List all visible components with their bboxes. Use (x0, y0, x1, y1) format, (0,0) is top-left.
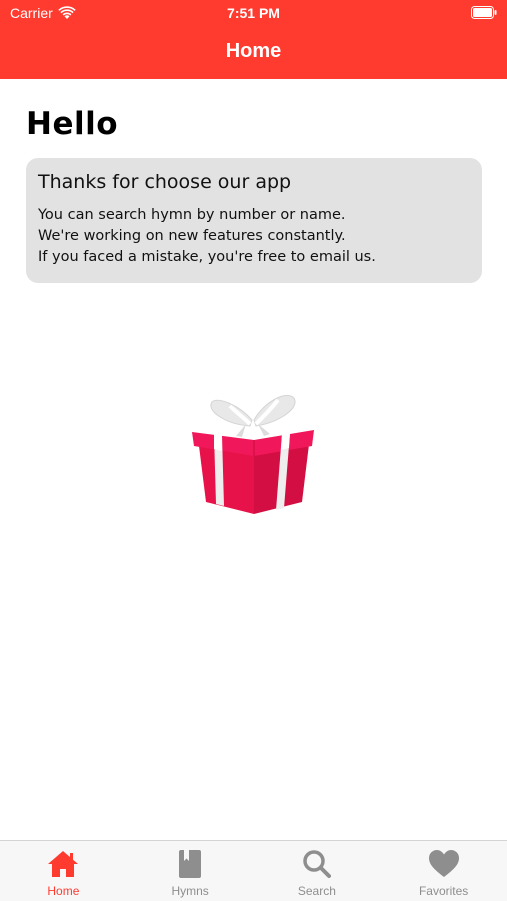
search-icon (303, 850, 331, 878)
status-time: 7:51 PM (227, 5, 280, 21)
welcome-card-line: You can search hymn by number or name. (38, 207, 346, 223)
tab-label: Favorites (418, 884, 469, 898)
battery-icon (471, 6, 497, 19)
tab-label: Home (47, 884, 80, 898)
welcome-card-line: We're working on new features constantly… (38, 228, 346, 244)
tab-label: Search (297, 884, 336, 898)
heart-icon (428, 850, 459, 877)
status-bar: Carrier 7:51 PM (0, 0, 507, 28)
tab-home[interactable]: Home (0, 841, 127, 901)
welcome-card-line: If you faced a mistake, you're free to e… (38, 249, 376, 265)
tab-hymns[interactable]: Hymns (127, 841, 254, 901)
book-icon (179, 850, 202, 878)
welcome-card: Thanks for choose our app You can search… (26, 158, 482, 283)
page-title: Home (225, 40, 282, 62)
greeting-heading: Hello (26, 106, 119, 142)
tab-label: Hymns (171, 884, 209, 898)
navigation-header: Carrier 7:51 PM Home (0, 0, 507, 79)
welcome-card-title: Thanks for choose our app (38, 171, 292, 193)
tab-favorites[interactable]: Favorites (380, 841, 507, 901)
home-icon (48, 851, 79, 877)
tab-bar: Home Hymns Search Favorites (0, 840, 507, 901)
gift-box-icon (192, 395, 314, 514)
tab-search[interactable]: Search (254, 841, 381, 901)
